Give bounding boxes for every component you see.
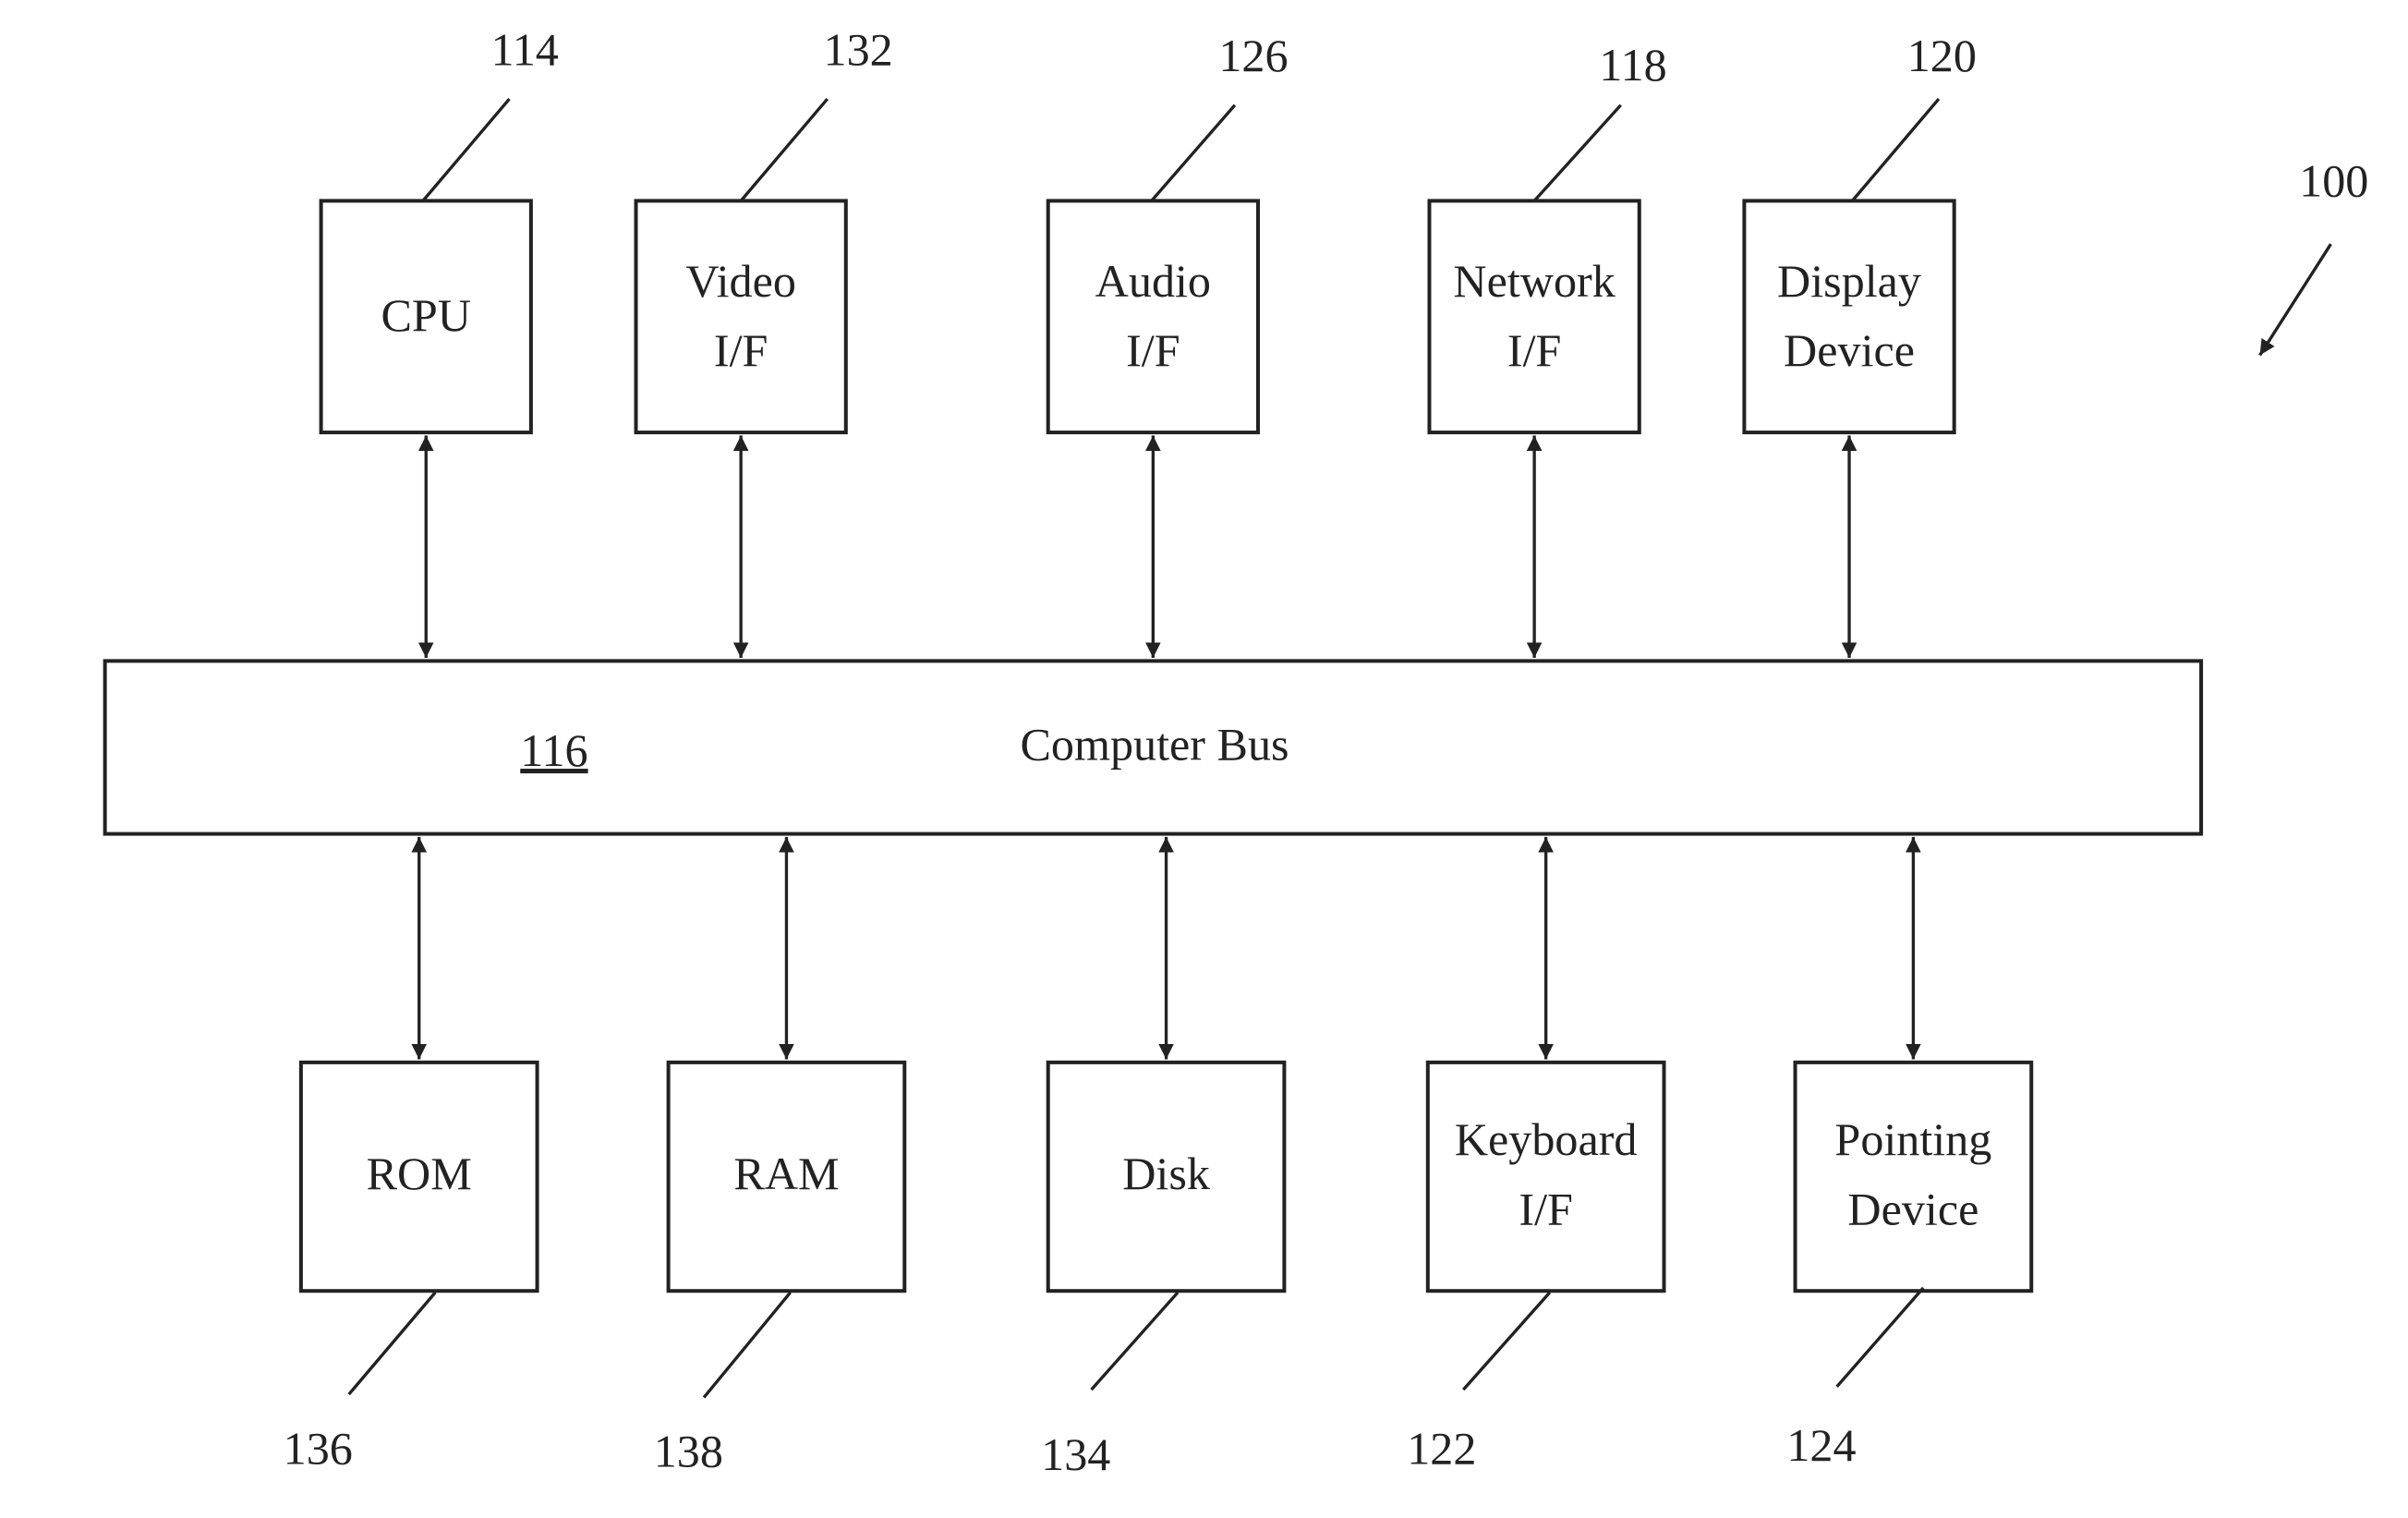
- top-components: CPU 114 Video I/F 132 Audio I/F 126 Network I/F 11…: [319, 23, 1977, 659]
- figure-ref-arrow: [2258, 243, 2332, 357]
- component-ref: 132: [824, 23, 893, 75]
- component-ref: 118: [1599, 39, 1666, 91]
- component-keyboard-i-f: Keyboard I/F 122: [1407, 836, 1666, 1474]
- component-ref: 134: [1041, 1428, 1110, 1480]
- component-label: Device: [1784, 324, 1915, 376]
- block-diagram: Computer Bus 116 100 CPU 114 Video I/F 132 Au…: [103, 23, 2368, 1480]
- leader-line: [347, 1291, 437, 1396]
- component-box: [1793, 1060, 2034, 1293]
- component-label: Audio: [1095, 255, 1211, 307]
- leader-line: [1462, 1291, 1552, 1391]
- component-rom: ROM 136: [284, 836, 539, 1474]
- component-label: CPU: [381, 289, 471, 341]
- component-label: Keyboard: [1455, 1113, 1638, 1165]
- leader-line: [1835, 1286, 1925, 1388]
- component-network-i-f: Network I/F 118: [1427, 39, 1667, 659]
- computer-bus-label: Computer Bus: [1021, 718, 1289, 770]
- component-ref: 126: [1218, 30, 1288, 81]
- leader-line: [421, 98, 511, 202]
- leader-line: [739, 98, 829, 202]
- component-label: ROM: [367, 1148, 472, 1199]
- component-label: I/F: [1519, 1183, 1572, 1234]
- component-label: I/F: [1507, 324, 1562, 376]
- computer-bus-ref: 116: [520, 724, 587, 776]
- component-box: [1427, 199, 1641, 435]
- component-ref: 138: [654, 1426, 723, 1477]
- leader-line: [1090, 1291, 1180, 1391]
- component-pointing-device: Pointing Device 124: [1786, 836, 2034, 1471]
- component-ram: RAM 138: [654, 836, 907, 1477]
- component-display-device: Display Device 120: [1742, 30, 1977, 659]
- component-label: Network: [1453, 255, 1615, 307]
- component-box: [1046, 199, 1260, 435]
- leader-line: [1851, 98, 1941, 202]
- leader-line: [1150, 103, 1237, 202]
- bottom-components: ROM 136 RAM 138 Disk 134 Keyboard I/F 122 Pointin…: [284, 836, 2034, 1480]
- component-cpu: CPU 114: [319, 23, 559, 659]
- component-ref: 114: [491, 23, 559, 75]
- component-label: I/F: [1126, 324, 1180, 376]
- component-label: Pointing: [1834, 1113, 1991, 1165]
- component-ref: 122: [1407, 1422, 1476, 1474]
- component-ref: 136: [284, 1422, 353, 1474]
- component-box: [1425, 1060, 1666, 1293]
- component-box: [1742, 199, 1956, 435]
- component-audio-i-f: Audio I/F 126: [1046, 30, 1289, 659]
- figure-ref: 100: [2299, 154, 2368, 206]
- component-label: RAM: [733, 1148, 839, 1199]
- component-label: Disk: [1122, 1148, 1211, 1199]
- component-label: Device: [1847, 1183, 1978, 1234]
- component-label: I/F: [714, 324, 768, 376]
- leader-line: [702, 1291, 792, 1399]
- component-video-i-f: Video I/F 132: [634, 23, 893, 659]
- component-ref: 124: [1786, 1419, 1856, 1471]
- component-ref: 120: [1907, 30, 1977, 81]
- component-label: Display: [1777, 255, 1921, 307]
- component-box: [634, 199, 848, 435]
- leader-line: [1532, 103, 1622, 202]
- component-disk: Disk 134: [1041, 836, 1287, 1480]
- component-label: Video: [685, 255, 796, 307]
